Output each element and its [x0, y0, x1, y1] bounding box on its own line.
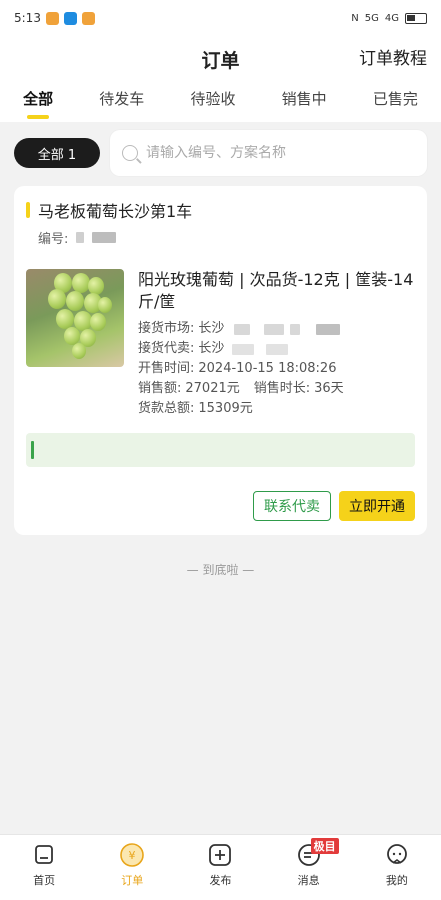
product-name: 阳光玫瑰葡萄 | 次品货-12克 | 筐装-14斤/筐 — [138, 270, 414, 311]
page-title: 订单 — [201, 49, 240, 72]
card-actions: 联系代卖 立即开通 — [26, 491, 415, 521]
order-code-redacted-2 — [92, 232, 117, 243]
end-of-list-note: — 到底啦 — — [186, 563, 255, 577]
order-title: 马老板葡萄长沙第1车 — [38, 202, 193, 221]
total-value: 15309元 — [198, 401, 253, 416]
search-icon — [122, 145, 138, 161]
svg-text:¥: ¥ — [129, 849, 136, 862]
all-count-pill[interactable]: 全部 1 — [14, 138, 100, 168]
agent-redacted-2 — [266, 343, 289, 355]
search-box[interactable] — [110, 130, 427, 176]
sales-line: 销售额: 27021元 销售时长: 36天 — [138, 379, 415, 399]
filter-row: 全部 1 — [0, 122, 441, 182]
weibo-app-icon-2 — [81, 11, 95, 25]
product-image — [26, 269, 124, 367]
agent-line: 接货代卖: 长沙 — [138, 339, 415, 359]
total-label: 货款总额: — [138, 401, 195, 416]
total-line: 货款总额: 15309元 — [138, 399, 415, 419]
order-title-row: 马老板葡萄长沙第1车 — [26, 198, 415, 222]
nav-mine-label: 我的 — [385, 873, 408, 887]
order-code-label: 编号: — [38, 232, 69, 247]
sales-label: 销售额: — [138, 381, 182, 396]
order-code: 编号: — [26, 228, 415, 247]
nav-publish-label: 发布 — [209, 873, 232, 887]
tab-on-sale[interactable]: 销售中 — [278, 88, 331, 109]
tab-sold-out[interactable]: 已售完 — [369, 88, 422, 109]
open-time-label: 开售时间: — [138, 361, 195, 376]
tab-pending-inspection[interactable]: 待验收 — [186, 88, 239, 109]
nav-mine[interactable]: 我的 — [367, 842, 427, 888]
message-badge: 极目 — [310, 837, 339, 854]
duration-label: 销售时长: — [253, 381, 311, 396]
battery-icon — [405, 12, 427, 24]
market-redacted-3 — [290, 323, 301, 335]
open-now-button[interactable]: 立即开通 — [339, 491, 415, 521]
status-time: 5:13 — [14, 11, 41, 25]
agent-label: 接货代卖: — [138, 341, 195, 356]
nfc-icon: N — [351, 12, 359, 24]
order-status-tabs: 全部 待发车 待验收 销售中 已售完 — [0, 82, 441, 122]
open-time-line: 开售时间: 2024-10-15 18:08:26 — [138, 359, 415, 379]
order-tutorial-link[interactable]: 订单教程 — [359, 44, 427, 69]
plus-icon — [207, 842, 233, 868]
market-line: 接货市场: 长沙 — [138, 319, 415, 339]
network-4g: 4G — [384, 12, 399, 24]
agent-value: 长沙 — [198, 341, 225, 356]
market-label: 接货市场: — [138, 321, 195, 336]
sales-value: 27021元 — [185, 381, 240, 396]
weibo-app-icon — [45, 11, 59, 25]
home-icon — [31, 842, 57, 868]
orders-icon: ¥ — [119, 842, 145, 868]
duration-value: 36天 — [314, 381, 344, 396]
status-left: 5:13 — [14, 11, 95, 25]
contact-agent-button[interactable]: 联系代卖 — [253, 491, 331, 521]
nav-orders-label: 订单 — [121, 873, 144, 887]
qq-browser-app-icon — [63, 11, 77, 25]
market-value: 长沙 — [198, 321, 225, 336]
nav-publish[interactable]: 发布 — [190, 842, 250, 888]
nav-messages[interactable]: 极目 消息 — [279, 837, 339, 888]
agent-redacted-1 — [232, 343, 255, 355]
market-redacted-2 — [264, 323, 285, 335]
product-section: 阳光玫瑰葡萄 | 次品货-12克 | 筐装-14斤/筐 接货市场: 长沙 接货代… — [26, 269, 415, 419]
search-input[interactable] — [146, 145, 415, 161]
sales-progress-fill — [31, 441, 34, 459]
open-time-value: 2024-10-15 18:08:26 — [198, 361, 337, 376]
order-card[interactable]: 马老板葡萄长沙第1车 编号: 阳光玫瑰葡萄 | 次品货-12克 | 筐装-14斤… — [14, 186, 427, 535]
profile-icon — [384, 842, 410, 868]
status-right: N 5G 4G — [351, 12, 427, 24]
status-bar: 5:13 N 5G 4G — [0, 0, 441, 36]
tab-pending-dispatch[interactable]: 待发车 — [95, 88, 148, 109]
page-header: 订单 订单教程 — [0, 36, 441, 82]
product-info: 阳光玫瑰葡萄 | 次品货-12克 | 筐装-14斤/筐 接货市场: 长沙 接货代… — [138, 269, 415, 419]
market-redacted-4 — [316, 323, 341, 335]
nav-orders[interactable]: ¥ 订单 — [102, 842, 162, 888]
order-code-redacted-1 — [76, 232, 85, 243]
title-accent-bar — [26, 202, 30, 218]
bottom-nav: 首页 ¥ 订单 发布 极目 消息 我的 — [0, 834, 441, 900]
sales-progress-bar — [26, 433, 415, 467]
market-redacted-1 — [234, 323, 251, 335]
tab-all[interactable]: 全部 — [19, 88, 57, 109]
nav-home[interactable]: 首页 — [14, 842, 74, 888]
network-5g: 5G — [364, 12, 379, 24]
nav-messages-label: 消息 — [297, 873, 320, 887]
nav-home-label: 首页 — [33, 873, 56, 887]
